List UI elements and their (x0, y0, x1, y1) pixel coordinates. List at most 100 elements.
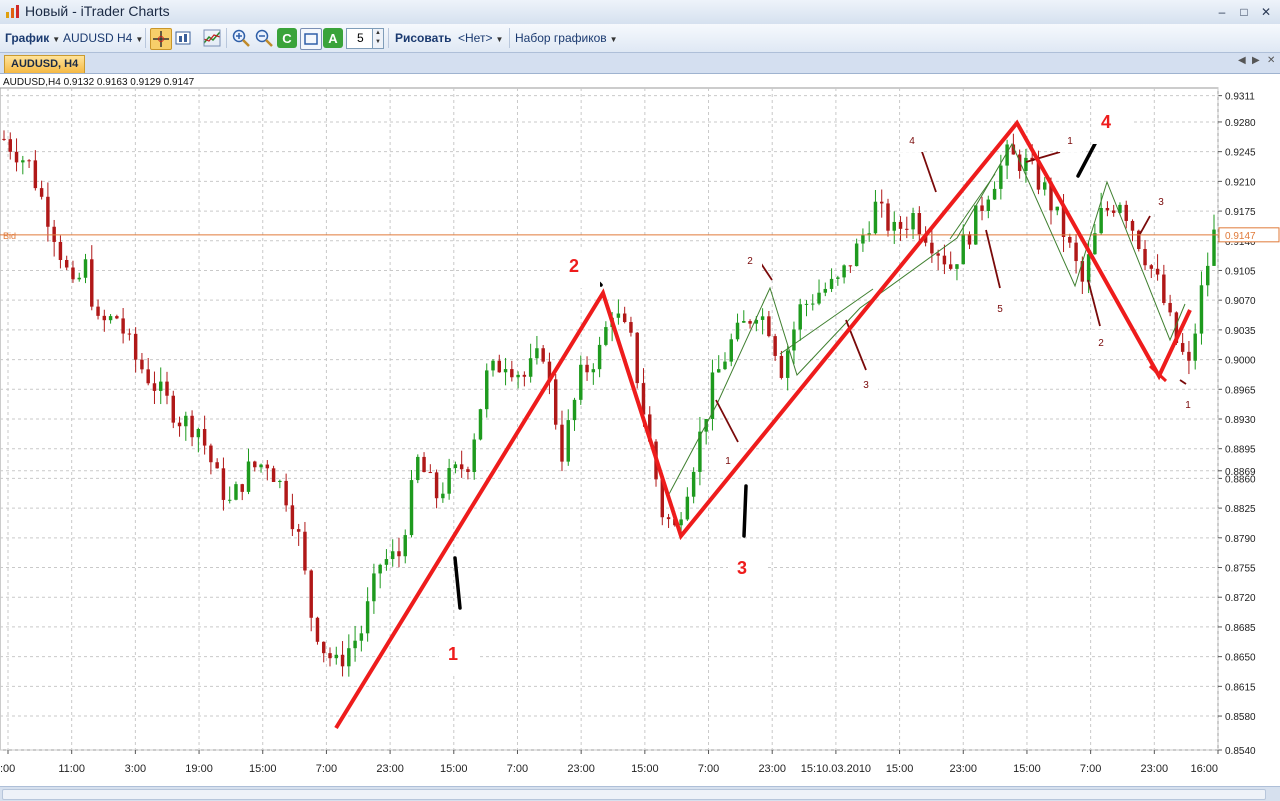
wave-label-primary: 2 (569, 256, 579, 276)
x-tick-label: 15:00 (440, 763, 468, 775)
candle-body (159, 381, 163, 391)
candle-body (403, 535, 407, 557)
auto-scroll-icon[interactable]: A (323, 28, 343, 48)
candle-body (478, 409, 483, 440)
crosshair-icon[interactable] (150, 28, 172, 50)
candle-body (748, 321, 752, 324)
chart-area[interactable]: 0.93110.92800.92450.92100.91750.91400.91… (0, 74, 1280, 786)
candle-body (1124, 204, 1128, 221)
candle-body (886, 203, 890, 231)
candle-body (723, 361, 727, 370)
candle-body (215, 462, 219, 469)
candle-body (384, 559, 389, 565)
candle-body (428, 472, 433, 474)
y-tick-label: 0.8895 (1225, 445, 1256, 456)
x-tick-label: 7:00 (507, 763, 528, 775)
candle-body (152, 383, 157, 391)
tab-next-icon[interactable]: ▶ (1252, 55, 1260, 66)
chevron-down-icon: ▼ (135, 35, 144, 44)
y-tick-label: 0.8755 (1225, 564, 1256, 575)
bid-label: Bid (3, 231, 16, 241)
candle-body (898, 221, 903, 229)
wave-label-secondary: 2 (747, 256, 753, 267)
candle-body (811, 303, 815, 305)
count-stepper[interactable]: 5 ▲ ▼ (346, 28, 384, 49)
wave-label-secondary: 2 (1098, 338, 1104, 349)
chart-type-icon[interactable] (174, 28, 198, 48)
candle-body (999, 165, 1003, 189)
draw-tool-value: <Нет> (458, 31, 493, 45)
wave-label-secondary: 5 (997, 304, 1003, 315)
candle-body (8, 139, 12, 152)
candles-mode-icon[interactable]: C (277, 28, 297, 48)
candle-body (742, 321, 746, 323)
tab-prev-icon[interactable]: ◀ (1238, 55, 1246, 66)
close-button[interactable]: ✕ (1256, 4, 1276, 20)
candle-body (629, 322, 633, 333)
candle-body (96, 306, 100, 316)
candle-body (1199, 285, 1204, 334)
candle-body (334, 654, 339, 659)
draw-tool-menu[interactable]: <Нет> ▼ (458, 31, 503, 45)
candle-body (453, 464, 458, 469)
candle-body (591, 369, 596, 373)
candle-body (936, 253, 940, 256)
zoom-in-icon[interactable] (231, 28, 251, 48)
horizontal-scrollbar[interactable] (2, 789, 1266, 800)
candle-body (397, 551, 401, 557)
candle-body (572, 399, 577, 421)
stepper-arrows-icon[interactable]: ▲ ▼ (372, 29, 383, 48)
y-tick-label: 0.8790 (1225, 534, 1256, 545)
tab-close-icon[interactable]: ✕ (1267, 55, 1275, 66)
candle-body (622, 313, 627, 323)
chart-menu[interactable]: График ▼ (5, 31, 60, 45)
zoom-out-icon[interactable] (254, 28, 274, 48)
candle-body (986, 199, 991, 211)
svg-text:A: A (328, 31, 338, 46)
candle-body (240, 484, 244, 492)
candle-body (441, 493, 445, 499)
y-tick-label: 0.8540 (1225, 746, 1256, 757)
candle-body (1099, 207, 1103, 234)
x-tick-label: 7:00 (1080, 763, 1101, 775)
y-tick-label: 0.9105 (1225, 266, 1256, 277)
candle-body (729, 339, 733, 362)
candle-body (792, 329, 796, 351)
y-tick-label: 0.9245 (1225, 148, 1256, 159)
candle-body (459, 464, 464, 470)
candle-body (1168, 302, 1172, 313)
candle-body (71, 267, 75, 280)
status-bar (0, 786, 1280, 801)
svg-text:C: C (282, 31, 292, 46)
minimize-button[interactable]: – (1212, 4, 1232, 20)
wave-label-secondary: 1 (725, 456, 731, 467)
candle-body (823, 288, 828, 293)
chart-set-menu[interactable]: Набор графиков ▼ (515, 31, 618, 45)
candle-body (497, 360, 502, 373)
symbol-menu[interactable]: AUDUSD H4 ▼ (63, 31, 143, 45)
x-tick-label: 15:00 (1013, 763, 1041, 775)
candle-body (184, 415, 188, 427)
tab-audusd-h4[interactable]: AUDUSD, H4 (4, 55, 86, 73)
candle-body (804, 303, 809, 305)
candle-body (271, 468, 276, 483)
candle-body (848, 265, 853, 267)
maximize-button[interactable]: □ (1234, 4, 1254, 20)
candle-body (541, 348, 545, 362)
chevron-down-icon: ▼ (609, 35, 618, 44)
fit-screen-icon[interactable] (300, 28, 322, 50)
candle-body (422, 456, 426, 473)
ohlc-header: AUDUSD,H4 0.9132 0.9163 0.9129 0.9147 (3, 77, 195, 88)
candle-body (108, 316, 113, 321)
candle-body (817, 292, 821, 304)
candle-body (340, 654, 345, 667)
candle-body (146, 369, 150, 384)
candle-body (566, 420, 570, 462)
candle-body (196, 428, 201, 438)
candle-body (1086, 254, 1091, 282)
price-chart[interactable]: 0.93110.92800.92450.92100.91750.91400.91… (0, 74, 1280, 786)
indicators-icon[interactable] (202, 28, 222, 48)
candle-body (140, 359, 144, 370)
candle-body (259, 464, 263, 468)
x-tick-label: 16:00 (1190, 763, 1218, 775)
